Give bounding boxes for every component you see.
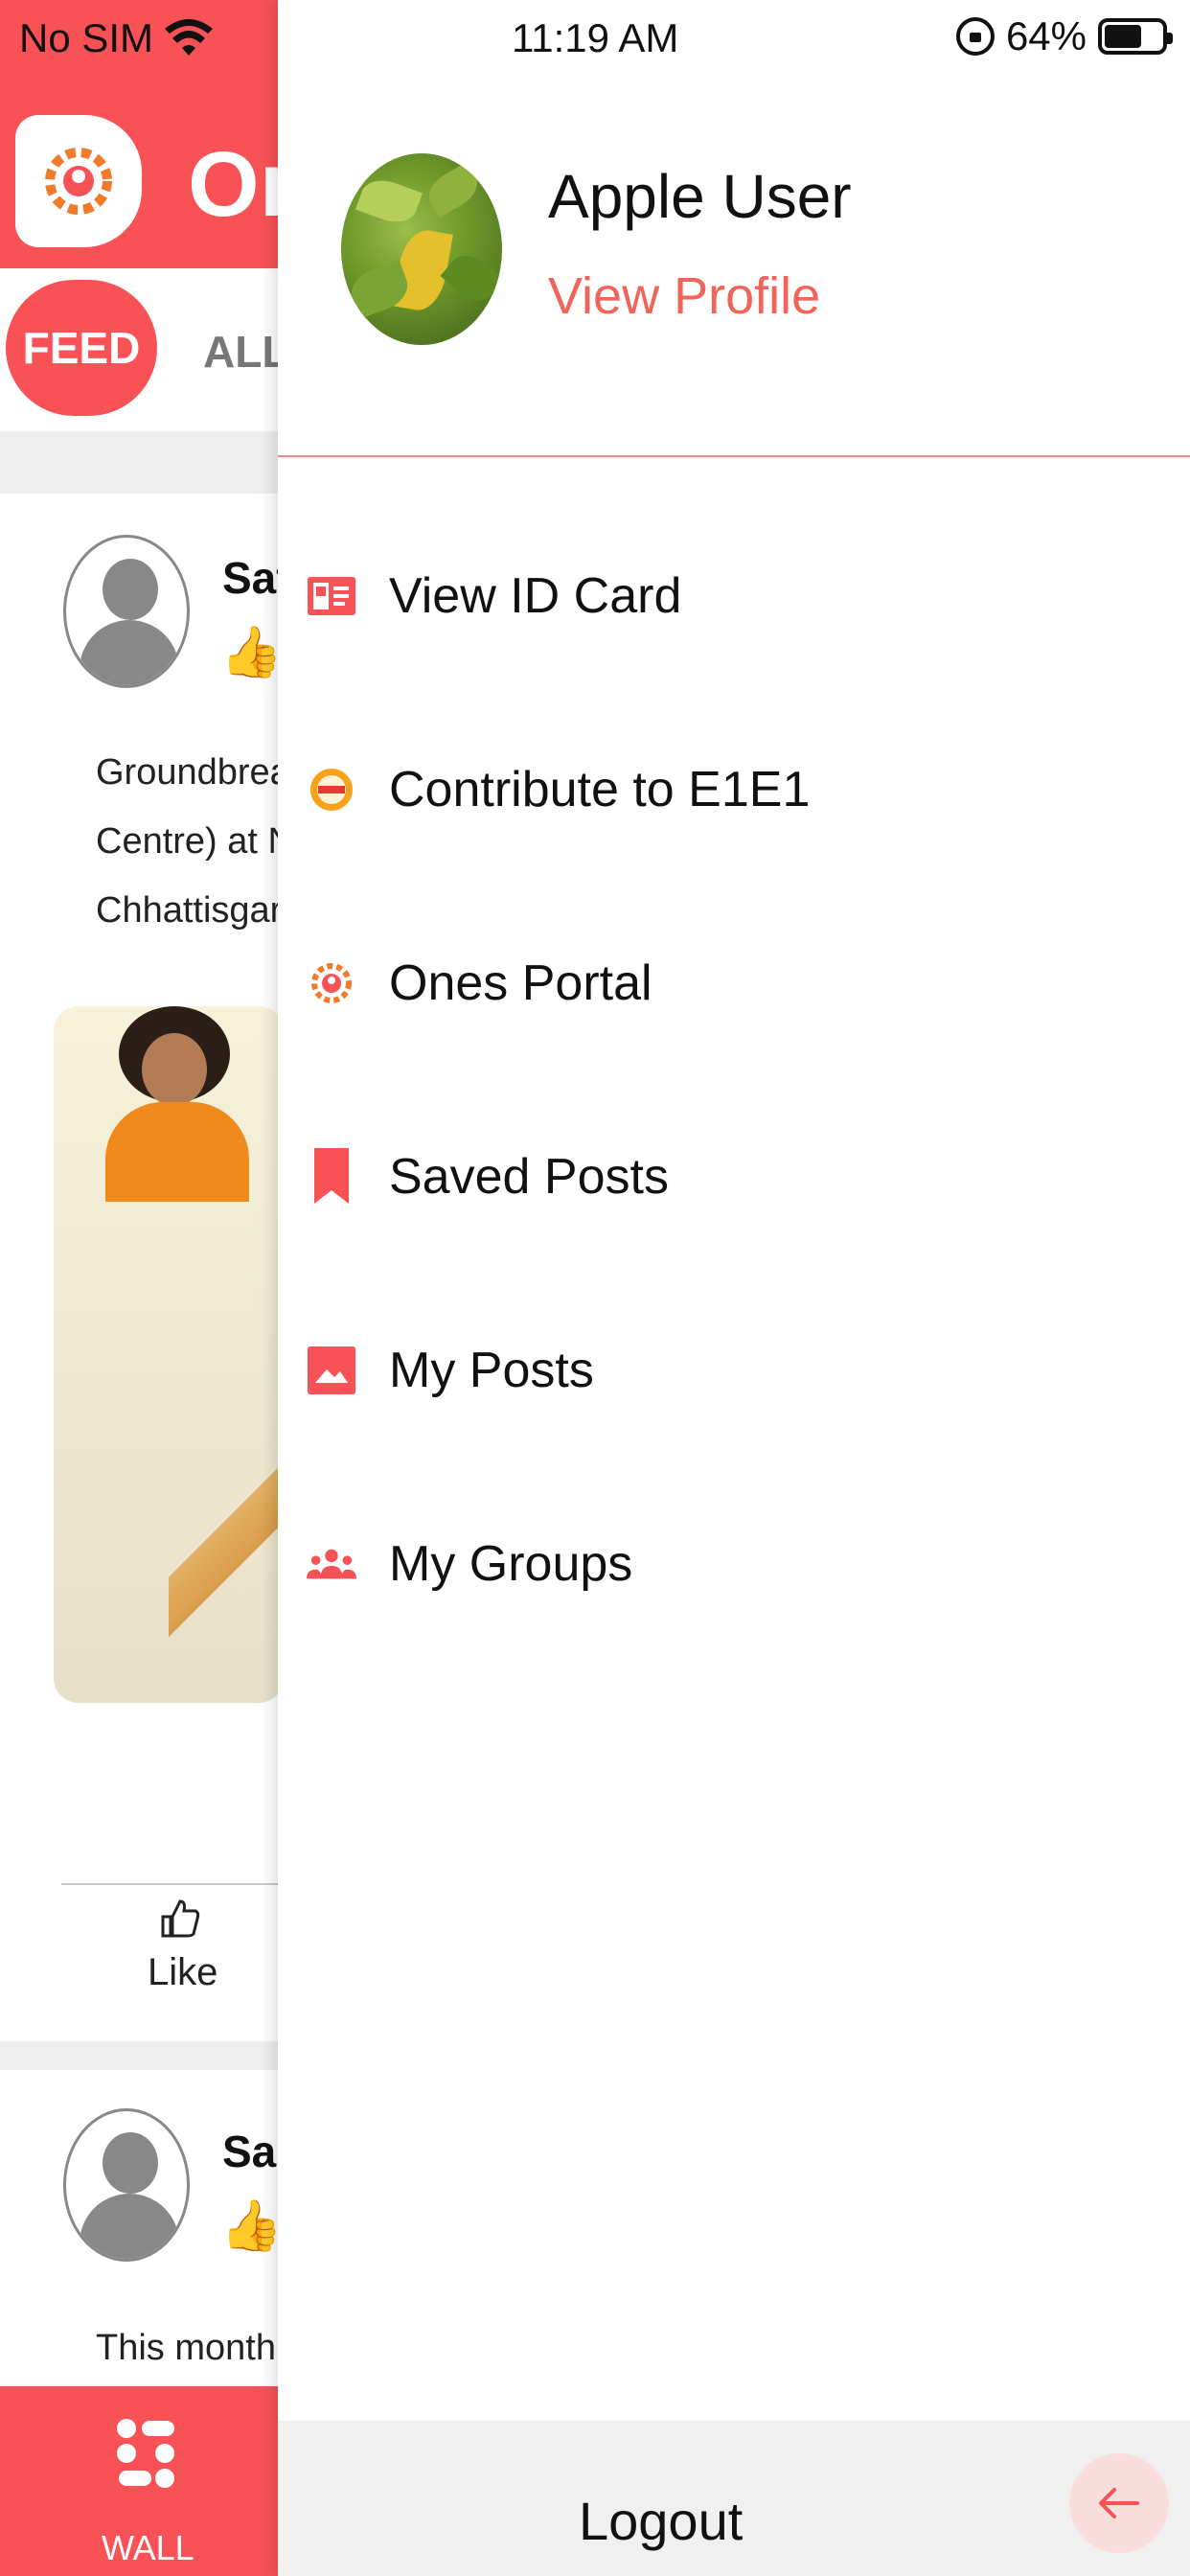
drawer-divider (278, 455, 1190, 457)
logout-button[interactable]: Logout (579, 2490, 743, 2552)
view-profile-link[interactable]: View Profile (548, 266, 820, 326)
like-button-label[interactable]: Like (148, 1951, 217, 1994)
post-author: Sa (222, 2127, 277, 2176)
post-text-line: Groundbrea (96, 752, 278, 793)
group-icon (307, 1539, 356, 1589)
like-icon[interactable] (159, 1898, 201, 1940)
image-icon (307, 1346, 356, 1395)
wifi-icon (165, 19, 213, 56)
menu-item-view-id-card[interactable]: View ID Card (278, 539, 1190, 654)
avatar (63, 2108, 190, 2262)
menu-item-label: My Groups (389, 1536, 633, 1592)
menu-item-label: Saved Posts (389, 1149, 669, 1205)
post-text-line: This month, (96, 2328, 278, 2368)
like-count-icon: 👍 (220, 2198, 278, 2254)
wall-icon[interactable] (113, 2415, 180, 2492)
portal-gear-icon (307, 958, 356, 1008)
tab-all[interactable]: ALL (203, 326, 278, 378)
post-author: Sat (222, 553, 278, 603)
menu-item-contribute[interactable]: Contribute to E1E1 (278, 732, 1190, 847)
menu-item-my-groups[interactable]: My Groups (278, 1506, 1190, 1622)
app-title: On (188, 133, 278, 236)
menu-item-saved-posts[interactable]: Saved Posts (278, 1119, 1190, 1234)
post-text-line: Chhattisgar (96, 890, 278, 931)
id-card-icon (307, 571, 356, 621)
post-image-building (169, 1457, 278, 1648)
status-indicators: 64% (955, 13, 1173, 59)
menu-item-label: My Posts (389, 1343, 594, 1398)
arrow-left-icon (1099, 2488, 1139, 2518)
battery-percent: 64% (1005, 13, 1087, 58)
carrier-label: No SIM (19, 15, 154, 60)
bookmark-icon (307, 1148, 356, 1204)
like-count-icon: 👍 (220, 625, 278, 680)
battery-icon (1098, 18, 1173, 55)
background-app: No SIM On FEED ALL Sat 👍 Groundbrea Cent… (0, 0, 278, 2576)
profile-name: Apple User (548, 162, 852, 231)
menu-item-label: View ID Card (389, 568, 682, 624)
avatar (63, 535, 190, 688)
menu-item-ones-portal[interactable]: Ones Portal (278, 926, 1190, 1041)
post-image-person (105, 1006, 249, 1202)
profile-avatar[interactable] (341, 153, 502, 345)
menu-item-my-posts[interactable]: My Posts (278, 1313, 1190, 1428)
post-text-line: Centre) at N (96, 821, 278, 862)
close-drawer-button[interactable] (1069, 2453, 1169, 2553)
menu-item-label: Ones Portal (389, 955, 652, 1011)
menu-item-label: Contribute to E1E1 (389, 762, 811, 817)
bottom-nav-wall-label[interactable]: WALL (102, 2528, 195, 2568)
divider (61, 1883, 278, 1885)
side-drawer: 11:19 AM 64% Apple User View Profile Vie… (278, 0, 1190, 2576)
tab-feed[interactable]: FEED (6, 280, 157, 416)
status-time: 11:19 AM (512, 15, 679, 60)
orientation-lock-icon (955, 17, 995, 56)
logo-gear-icon (45, 148, 112, 215)
app-logo (15, 115, 142, 247)
contribute-badge-icon (307, 765, 356, 815)
